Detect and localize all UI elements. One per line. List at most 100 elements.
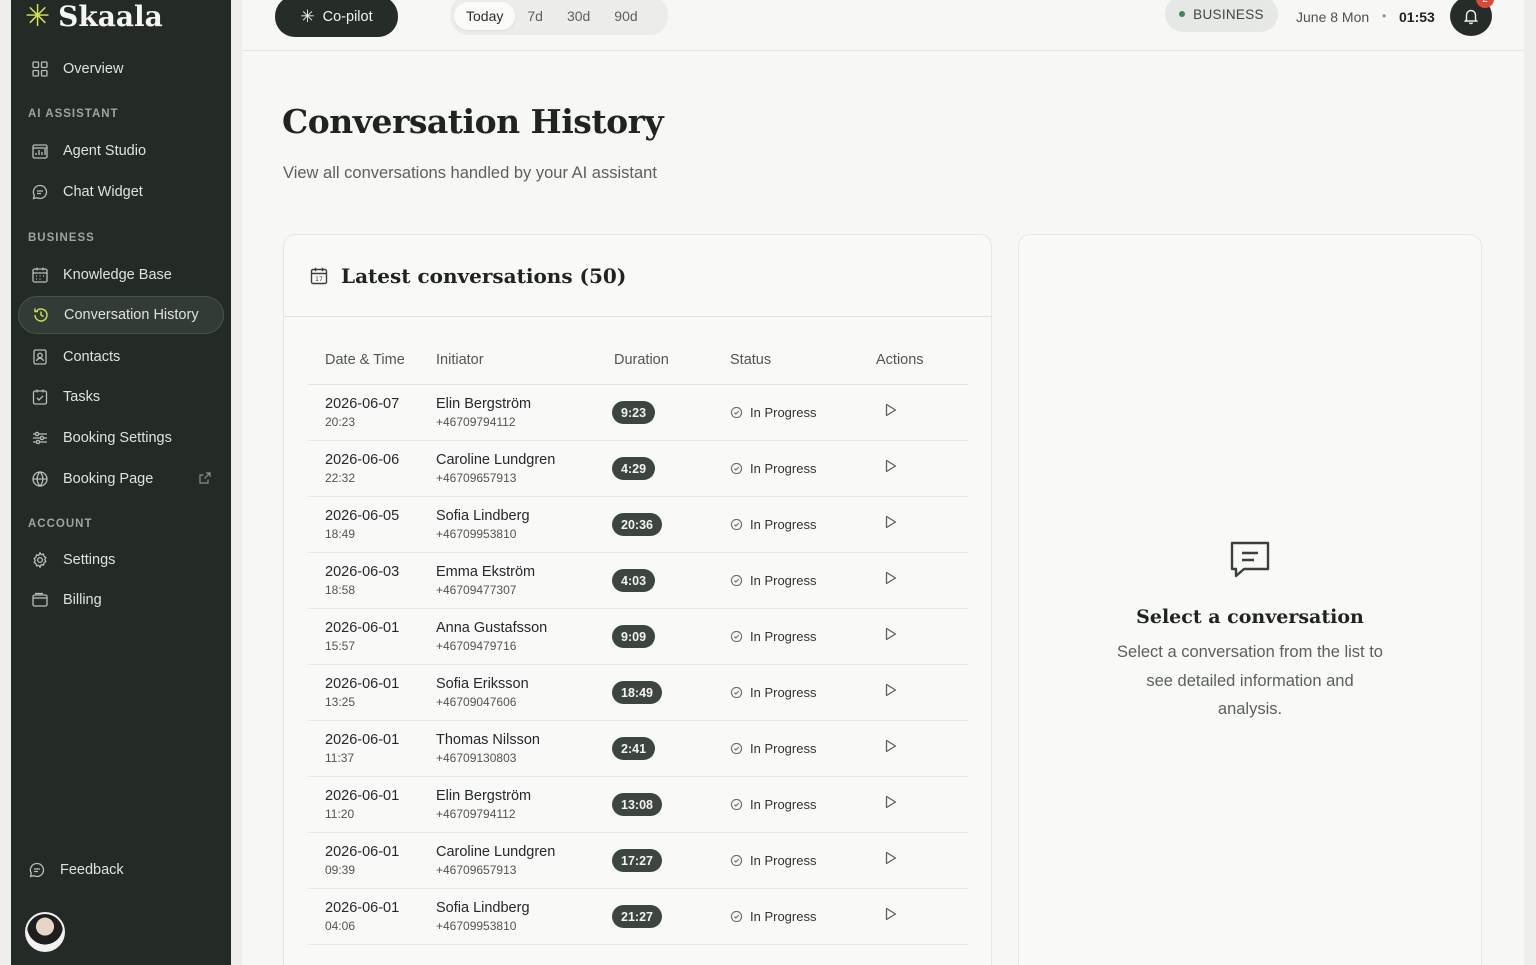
initiator-phone: +46709794112: [436, 415, 516, 429]
cell-status: In Progress: [730, 853, 870, 868]
duration-badge: 17:27: [612, 849, 662, 872]
play-icon[interactable]: [882, 514, 898, 530]
check-circle-icon: [730, 630, 743, 643]
table-row[interactable]: 2026-06-05 18:49 Sofia Lindberg +4670995381…: [308, 497, 968, 553]
date-range-selector: Today 7d 30d 90d: [450, 0, 668, 35]
range-today-button[interactable]: Today: [454, 1, 516, 30]
table-row[interactable]: 2026-06-06 22:32 Caroline Lundgren +4670965…: [308, 441, 968, 497]
cell-date-time: 2026-06-07 20:23: [308, 396, 436, 429]
empty-state-title: Select a conversation: [1136, 606, 1364, 628]
brand-logo[interactable]: ✳ Skaala: [25, 0, 163, 33]
sidebar-item-label: Billing: [63, 592, 102, 608]
cell-status: In Progress: [730, 685, 870, 700]
row-time: 18:49: [325, 527, 356, 541]
row-date: 2026-06-01: [325, 844, 400, 860]
play-icon[interactable]: [882, 850, 898, 866]
cell-date-time: 2026-06-01 09:39: [308, 844, 436, 877]
table-row[interactable]: 2026-06-03 18:58 Emma Ekström +46709477307 4…: [308, 553, 968, 609]
sidebar-item-contacts[interactable]: Contacts: [18, 338, 224, 376]
check-circle-icon: [730, 742, 743, 755]
duration-badge: 20:36: [612, 513, 662, 536]
sidebar-item-chat-widget[interactable]: Chat Widget: [18, 173, 224, 211]
plan-badge[interactable]: BUSINESS: [1165, 0, 1278, 32]
cell-duration: 18:49: [612, 681, 730, 704]
column-header-status[interactable]: Status: [730, 352, 870, 368]
status-label: In Progress: [750, 685, 817, 700]
sidebar-item-booking-settings[interactable]: Booking Settings: [18, 419, 224, 457]
cell-initiator: Elin Bergström +46709794112: [436, 788, 612, 821]
duration-badge: 13:08: [612, 793, 662, 816]
sidebar-item-agent-studio[interactable]: Agent Studio: [18, 132, 224, 170]
initiator-name: Elin Bergström: [436, 396, 532, 412]
sidebar-item-billing[interactable]: Billing: [18, 581, 224, 619]
status-label: In Progress: [750, 573, 817, 588]
sidebar-item-booking-page[interactable]: Booking Page: [18, 460, 224, 498]
cell-duration: 21:27: [612, 905, 730, 928]
chat-bubble-icon: [31, 183, 49, 201]
play-icon[interactable]: [882, 570, 898, 586]
sidebar-item-tasks[interactable]: Tasks: [18, 378, 224, 416]
row-time: 22:32: [325, 471, 356, 485]
sidebar-item-label: Settings: [63, 552, 116, 568]
feedback-button[interactable]: Feedback: [15, 851, 221, 889]
table-row[interactable]: 2026-06-07 20:23 Elin Bergström +4670979411…: [308, 385, 968, 441]
external-link-icon[interactable]: [198, 471, 212, 485]
column-header-duration[interactable]: Duration: [612, 352, 730, 368]
sidebar-item-conversation-history[interactable]: Conversation History: [18, 296, 224, 334]
status-indicator: In Progress: [730, 405, 870, 420]
topbar-divider: [242, 50, 1524, 51]
user-avatar[interactable]: [25, 912, 65, 952]
column-header-initiator[interactable]: Initiator: [436, 352, 612, 368]
initiator-phone: +46709953810: [436, 527, 517, 541]
cell-actions: [870, 458, 968, 479]
range-90d-button[interactable]: 90d: [602, 2, 649, 30]
sidebar-item-overview[interactable]: Overview: [18, 50, 224, 88]
table-row[interactable]: 2026-06-01 13:25 Sofia Eriksson +4670904760…: [308, 665, 968, 721]
sidebar-item-settings[interactable]: Settings: [18, 541, 224, 579]
table-row[interactable]: 2026-06-01 15:57 Anna Gustafsson +467094797…: [308, 609, 968, 665]
table-row[interactable]: 2026-06-01 11:37 Thomas Nilsson +4670913080…: [308, 721, 968, 777]
duration-badge: 9:23: [612, 401, 656, 424]
copilot-button[interactable]: ✳ Co-pilot: [275, 0, 398, 37]
row-date: 2026-06-06: [325, 452, 400, 468]
current-time: 01:53: [1399, 9, 1435, 25]
sidebar-item-knowledge-base[interactable]: Knowledge Base: [18, 256, 224, 294]
status-indicator: In Progress: [730, 461, 870, 476]
table-row[interactable]: 2026-06-01 04:06 Sofia Lindberg +4670995381…: [308, 889, 968, 945]
sliders-icon: [31, 429, 49, 447]
row-time: 20:23: [325, 415, 356, 429]
cell-initiator: Caroline Lundgren +46709657913: [436, 452, 612, 485]
date-separator: •: [1382, 9, 1387, 23]
play-icon[interactable]: [882, 458, 898, 474]
cell-status: In Progress: [730, 909, 870, 924]
play-icon[interactable]: [882, 402, 898, 418]
table-row[interactable]: 2026-06-01 11:20 Elin Bergström +4670979411…: [308, 777, 968, 833]
column-header-date[interactable]: Date & Time: [308, 352, 436, 368]
cell-actions: [870, 682, 968, 703]
initiator-name: Anna Gustafsson: [436, 620, 548, 636]
current-date: June 8 Mon: [1296, 9, 1370, 25]
cell-status: In Progress: [730, 517, 870, 532]
calendar-icon: 17: [310, 267, 328, 284]
cell-status: In Progress: [730, 797, 870, 812]
play-icon[interactable]: [882, 626, 898, 642]
range-30d-button[interactable]: 30d: [555, 2, 602, 30]
check-circle-icon: [730, 798, 743, 811]
cell-actions: [870, 570, 968, 591]
play-icon[interactable]: [882, 682, 898, 698]
play-icon[interactable]: [882, 906, 898, 922]
initiator-phone: +46709794112: [436, 807, 516, 821]
play-icon[interactable]: [882, 738, 898, 754]
play-icon[interactable]: [882, 794, 898, 810]
duration-badge: 2:41: [612, 737, 656, 760]
check-circle-icon: [730, 574, 743, 587]
cell-initiator: Caroline Lundgren +46709657913: [436, 844, 612, 877]
status-indicator: In Progress: [730, 517, 870, 532]
initiator-phone: +46709657913: [436, 863, 517, 877]
initiator-phone: +46709479716: [436, 639, 517, 653]
status-label: In Progress: [750, 629, 817, 644]
range-7d-button[interactable]: 7d: [515, 2, 555, 30]
initiator-phone: +46709953810: [436, 919, 517, 933]
table-row[interactable]: 2026-06-01 09:39 Caroline Lundgren +4670965…: [308, 833, 968, 889]
globe-icon: [31, 470, 49, 488]
